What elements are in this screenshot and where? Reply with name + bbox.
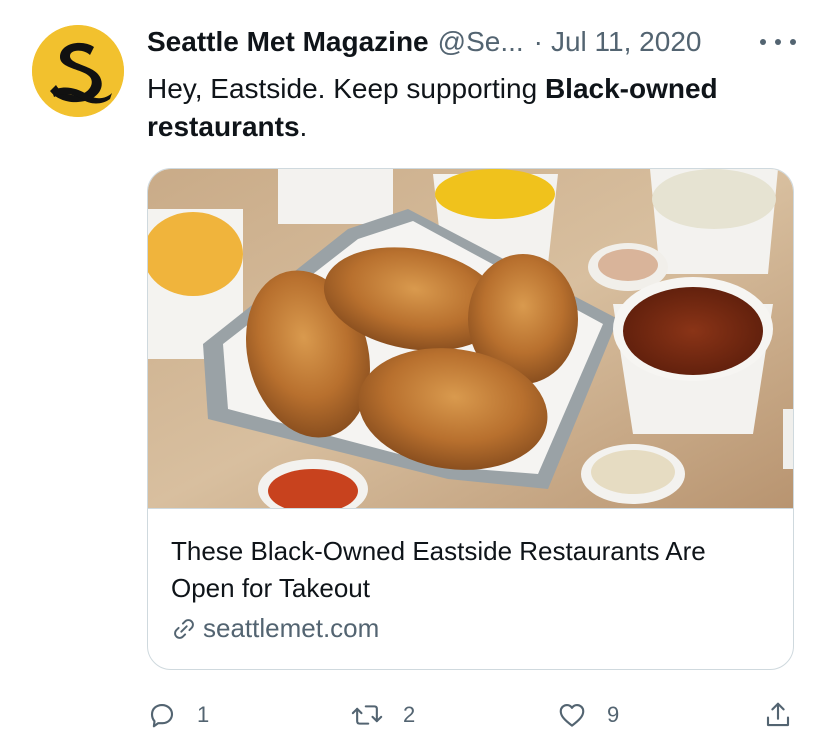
card-title[interactable]: These Black-Owned Eastside Restaurants A…	[171, 533, 771, 607]
seattle-met-logo-icon	[32, 25, 124, 117]
tweet[interactable]: Seattle Met Magazine @Se... · Jul 11, 20…	[0, 0, 828, 753]
link-icon	[174, 618, 194, 639]
tweet-actions: 1 2 9	[147, 697, 797, 733]
more-icon[interactable]	[760, 30, 796, 54]
heart-icon	[559, 703, 585, 727]
card-divider	[148, 508, 793, 509]
reply-count: 1	[197, 702, 210, 727]
share-button[interactable]	[763, 697, 793, 733]
tweet-date[interactable]: Jul 11, 2020	[551, 26, 702, 58]
retweet-icon	[351, 705, 383, 725]
card-image	[148, 169, 793, 508]
tweet-header: Seattle Met Magazine @Se... · Jul 11, 20…	[147, 22, 701, 62]
tweet-text-part2: .	[299, 111, 308, 142]
retweet-button[interactable]: 2	[351, 697, 415, 733]
like-count: 9	[607, 702, 620, 727]
card-domain-text: seattlemet.com	[203, 613, 380, 643]
card-domain[interactable]: seattlemet.com	[171, 613, 379, 644]
tweet-text-part1: Hey, Eastside. Keep supporting	[147, 73, 545, 104]
reply-button[interactable]: 1	[147, 697, 209, 733]
like-button[interactable]: 9	[557, 697, 619, 733]
tweet-text: Hey, Eastside. Keep supporting Black-own…	[147, 70, 797, 146]
share-icon	[766, 702, 790, 727]
avatar[interactable]	[32, 25, 124, 117]
link-card[interactable]: These Black-Owned Eastside Restaurants A…	[147, 168, 794, 670]
retweet-count: 2	[403, 702, 416, 727]
separator-dot: ·	[533, 26, 543, 57]
reply-icon	[150, 703, 174, 728]
author-handle[interactable]: @Se...	[438, 26, 524, 58]
author-name[interactable]: Seattle Met Magazine	[147, 26, 429, 58]
